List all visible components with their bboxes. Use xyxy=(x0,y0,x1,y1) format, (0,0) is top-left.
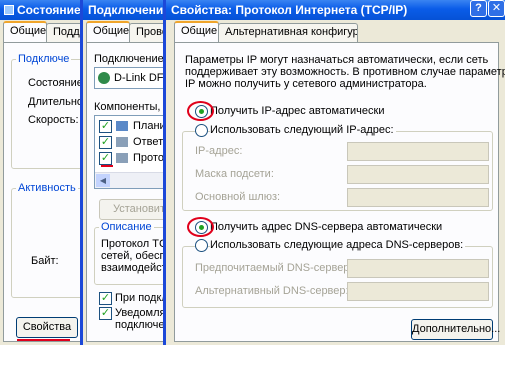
advanced-button[interactable]: Дополнительно... xyxy=(411,319,500,340)
tab-general[interactable]: Общие xyxy=(174,21,219,42)
notify-checkbox[interactable]: ✓ xyxy=(99,307,112,320)
red-underline xyxy=(17,339,70,341)
info-text-line: IP можно получить у сетевого администрат… xyxy=(185,78,427,90)
gateway-label: Основной шлюз: xyxy=(195,191,281,203)
adapter-box[interactable]: D-Link DF xyxy=(94,67,163,89)
components-label: Компоненты, и xyxy=(94,101,163,113)
ip-address-label: IP-адрес: xyxy=(195,145,243,157)
tab-alternate-config[interactable]: Альтернативная конфигурация xyxy=(218,23,358,42)
connection-window-title: Подключение н xyxy=(88,3,163,17)
tab-authentication[interactable]: Провер xyxy=(129,23,163,42)
scroll-left-icon[interactable]: ◀ xyxy=(96,174,110,187)
dns-alternate-field[interactable] xyxy=(347,282,489,301)
component-checkbox[interactable]: ✓ xyxy=(99,120,112,133)
gateway-field[interactable] xyxy=(347,188,489,207)
subnet-mask-field[interactable] xyxy=(347,165,489,184)
description-label: Описание xyxy=(99,221,154,233)
component-checkbox[interactable]: ✓ xyxy=(99,136,112,149)
description-line: Протокол TC xyxy=(101,238,163,250)
status-window-titlebar[interactable]: Состояние xyxy=(0,0,80,20)
connection-window: Подключение н Общие Провер Подключение ч… xyxy=(83,0,163,345)
tcpip-tabs: Общие Альтернативная конфигурация xyxy=(166,20,505,42)
ip-auto-label[interactable]: Получить IP-адрес автоматически xyxy=(210,105,384,117)
list-scrollbar[interactable]: ◀ xyxy=(95,172,163,188)
status-tabs: Общие Подде xyxy=(0,20,80,42)
connect-via-label: Подключение че xyxy=(94,53,163,65)
connection-group-label: Подключе xyxy=(16,53,72,65)
adapter-icon xyxy=(98,72,110,84)
component-item: Плани xyxy=(133,120,163,132)
network-icon xyxy=(4,5,14,15)
dns-preferred-field[interactable] xyxy=(347,259,489,278)
info-text-line: поддерживает эту возможность. В противно… xyxy=(185,66,505,78)
tcpip-panel: Параметры IP могут назначаться автоматич… xyxy=(174,42,505,342)
show-icon-label: При подклю xyxy=(115,292,163,304)
ip-manual-label[interactable]: Использовать следующий IP-адрес: xyxy=(210,124,396,136)
bytes-label: Байт: xyxy=(31,255,59,267)
close-button[interactable]: ✕ xyxy=(488,0,505,17)
tcpip-window: Свойства: Протокол Интернета (TCP/IP) ? … xyxy=(166,0,505,345)
tab-general[interactable]: Общие xyxy=(3,21,47,42)
red-highlight-circle xyxy=(187,101,214,121)
protocol-icon xyxy=(116,153,128,163)
activity-group: Активность xyxy=(11,182,80,298)
connection-window-titlebar[interactable]: Подключение н xyxy=(83,0,163,20)
component-item: Ответ xyxy=(133,136,163,148)
red-highlight-circle xyxy=(187,217,214,237)
status-window: Состояние Общие Подде Подключе Состояние… xyxy=(0,0,80,345)
ip-manual-radio[interactable] xyxy=(195,124,208,137)
dns-auto-label[interactable]: Получить адрес DNS-сервера автоматически xyxy=(210,221,442,233)
description-line: взаимодейст xyxy=(101,262,163,274)
description-line: сетей, обесп xyxy=(101,250,163,262)
red-underline xyxy=(101,165,113,167)
close-icon: ✕ xyxy=(491,2,502,14)
component-checkbox[interactable]: ✓ xyxy=(99,152,112,165)
connection-tabs: Общие Провер xyxy=(83,20,163,42)
properties-button[interactable]: Свойства xyxy=(16,317,78,338)
dns-manual-radio[interactable] xyxy=(195,239,208,252)
tab-general[interactable]: Общие xyxy=(86,21,130,42)
dns-manual-label[interactable]: Использовать следующие адреса DNS-сервер… xyxy=(210,239,466,251)
info-text-line: Параметры IP могут назначаться автоматич… xyxy=(185,54,489,66)
tcpip-window-title: Свойства: Протокол Интернета (TCP/IP) xyxy=(171,3,408,17)
notify-label: подключени xyxy=(115,319,163,331)
dns-preferred-label: Предпочитаемый DNS-сервер: xyxy=(195,262,353,274)
install-button[interactable]: Установит xyxy=(99,199,163,220)
adapter-name: D-Link DF xyxy=(114,72,163,84)
duration-label: Длительно xyxy=(28,96,80,108)
activity-group-label: Активность xyxy=(16,182,78,194)
connection-panel: Подключение че D-Link DF Компоненты, и ✓… xyxy=(86,42,163,342)
dns-alternate-label: Альтернативный DNS-сервер: xyxy=(195,285,349,297)
status-label: Состояние xyxy=(28,77,80,89)
subnet-mask-label: Маска подсети: xyxy=(195,168,274,180)
tab-support[interactable]: Подде xyxy=(46,23,80,42)
show-icon-checkbox[interactable]: ✓ xyxy=(99,292,112,305)
ip-address-field[interactable] xyxy=(347,142,489,161)
responder-icon xyxy=(116,137,128,147)
speed-label: Скорость: xyxy=(28,114,79,126)
components-list[interactable]: ✓ Плани ✓ Ответ ✓ Протоко ◀ xyxy=(94,115,163,189)
status-window-title: Состояние xyxy=(17,3,80,17)
tcpip-window-titlebar[interactable]: Свойства: Протокол Интернета (TCP/IP) xyxy=(166,0,505,20)
scheduler-icon xyxy=(116,121,128,131)
notify-label: Уведомлят xyxy=(115,307,163,319)
status-panel: Подключе Состояние Длительно Скорость: А… xyxy=(3,42,80,342)
help-button[interactable]: ? xyxy=(470,0,487,17)
component-item: Протоко xyxy=(133,152,163,164)
